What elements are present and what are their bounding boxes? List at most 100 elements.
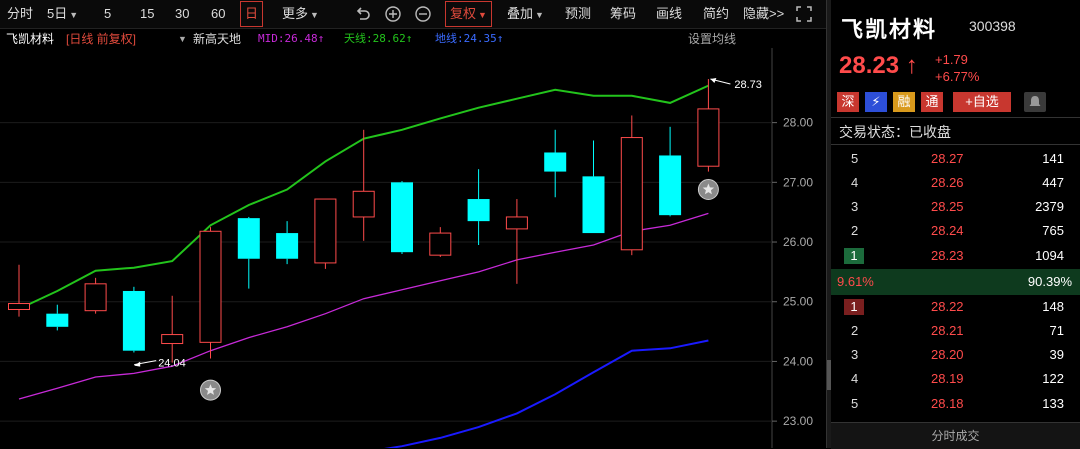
caret-down-icon: ▼ xyxy=(478,10,487,20)
draw-line-button[interactable]: 画线 xyxy=(656,0,682,28)
candle-body xyxy=(84,283,107,312)
forecast-button[interactable]: 预测 xyxy=(565,0,591,28)
order-book-row[interactable]: 5 28.18 133 xyxy=(831,393,1080,415)
candle xyxy=(620,115,643,256)
hide-button[interactable]: 隐藏>> xyxy=(743,0,784,28)
level-volume: 765 xyxy=(1042,223,1064,238)
quote-stock-code: 300398 xyxy=(969,18,1016,34)
order-book-row[interactable]: 4 28.26 447 xyxy=(831,172,1080,194)
fullscreen-icon[interactable] xyxy=(795,5,813,23)
zoom-out-icon[interactable] xyxy=(414,5,432,23)
order-book-row[interactable]: 2 28.21 71 xyxy=(831,320,1080,342)
chart-mode-label: [日线 前复权] xyxy=(66,32,137,46)
tianxian-value: 天线:28.62↑ xyxy=(344,32,413,45)
level-label: 4 xyxy=(851,175,859,190)
level-label: 3 xyxy=(851,347,859,362)
level-volume: 133 xyxy=(1042,396,1064,411)
candle-body xyxy=(659,155,682,216)
overlay-menu-label: 叠加 xyxy=(507,6,534,21)
annotation-label: 24.04 xyxy=(158,358,186,370)
more-menu[interactable]: 更多 ▼ xyxy=(282,0,319,28)
dixian-value: 地线:24.35↑ xyxy=(435,32,504,45)
level-label: 2 xyxy=(851,223,859,238)
tab-intraday[interactable]: 分时 xyxy=(7,0,33,28)
candle-body xyxy=(544,152,567,172)
star-badge-icon xyxy=(200,379,221,401)
add-watchlist-button[interactable]: +自选 xyxy=(953,92,1011,112)
tab-5day-label: 5日 xyxy=(47,6,68,21)
candle xyxy=(276,221,299,265)
candle xyxy=(199,227,222,359)
tab-30min[interactable]: 30 xyxy=(175,0,189,28)
level-price: 28.22 xyxy=(931,299,964,314)
kline-chart[interactable]: 28.00 27.00 26.00 25.00 24.00 23.00 28.73 24.04 xyxy=(0,48,826,448)
caret-down-icon[interactable]: ▼ xyxy=(178,29,187,49)
candle-body xyxy=(122,290,145,351)
ma-settings-button[interactable]: 设置均线 xyxy=(688,29,736,49)
price-change: +1.79 xyxy=(935,52,968,67)
caret-down-icon: ▼ xyxy=(310,10,319,20)
tag-connect[interactable]: 通 xyxy=(921,92,943,112)
level-price: 28.18 xyxy=(931,396,964,411)
adjust-menu-label: 复权 xyxy=(450,6,477,21)
level-price: 28.19 xyxy=(931,371,964,386)
chart-toolbar: 分时 5日 ▼ 5 15 30 60 日 更多 ▼ 复权 ▼ 叠加 ▼ 预测 筹码 画线… xyxy=(0,0,826,29)
tab-daily[interactable]: 日 xyxy=(240,1,264,27)
candle-body xyxy=(237,218,260,259)
level-price: 28.20 xyxy=(931,347,964,362)
tab-5day[interactable]: 5日 ▼ xyxy=(47,0,78,28)
level-label: 2 xyxy=(851,323,859,338)
separator xyxy=(831,144,1080,145)
order-book-row[interactable]: 1 28.22 148 xyxy=(831,296,1080,318)
alert-icon[interactable] xyxy=(1024,92,1046,112)
y-tick-label: 25.00 xyxy=(783,295,813,309)
level-price: 28.23 xyxy=(931,248,964,263)
candle xyxy=(697,79,720,172)
level-label: 3 xyxy=(851,199,859,214)
candle-body xyxy=(8,303,30,310)
candle-body xyxy=(352,190,375,218)
level-volume: 2379 xyxy=(1035,199,1064,214)
tag-shenzhen[interactable]: 深 xyxy=(837,92,859,112)
tick-trades-button[interactable]: 分时成交 xyxy=(831,422,1080,449)
overlay-menu[interactable]: 叠加 ▼ xyxy=(507,0,544,28)
caret-down-icon: ▼ xyxy=(69,10,79,20)
separator xyxy=(831,117,1080,118)
tab-60min[interactable]: 60 xyxy=(211,0,225,28)
adjust-menu[interactable]: 复权 ▼ xyxy=(445,1,492,27)
tab-15min[interactable]: 15 xyxy=(140,0,154,28)
candle xyxy=(122,286,145,353)
more-menu-label: 更多 xyxy=(282,6,309,21)
candle xyxy=(352,129,375,241)
tag-margin[interactable]: 融 xyxy=(893,92,915,112)
order-book-row[interactable]: 2 28.24 765 xyxy=(831,220,1080,242)
simple-mode-button[interactable]: 简约 xyxy=(703,0,729,28)
level-price: 28.26 xyxy=(931,175,964,190)
order-book-row[interactable]: 5 28.27 141 xyxy=(831,148,1080,170)
series-line-MID xyxy=(18,212,709,400)
candle-body xyxy=(391,182,413,253)
y-tick-label: 28.00 xyxy=(783,116,813,130)
tab-5min[interactable]: 5 xyxy=(104,0,111,28)
order-ratio-bar: 9.61% 90.39% xyxy=(831,269,1080,295)
candle-body xyxy=(697,108,720,167)
candle-body xyxy=(620,137,643,251)
level-volume: 447 xyxy=(1042,175,1064,190)
candle xyxy=(391,181,413,254)
order-book-row[interactable]: 3 28.20 39 xyxy=(831,344,1080,366)
mid-value: MID:26.48↑ xyxy=(258,32,325,45)
candle xyxy=(161,295,184,363)
zoom-in-icon[interactable] xyxy=(384,5,402,23)
y-tick-label: 23.00 xyxy=(783,414,813,428)
tag-flash[interactable]: ⚡ xyxy=(865,92,887,112)
candle xyxy=(314,198,337,269)
indicator-name[interactable]: 新高天地 xyxy=(193,29,241,49)
star-badge-icon xyxy=(697,178,719,200)
undo-icon[interactable] xyxy=(354,5,372,23)
candle-body xyxy=(161,334,184,345)
candle xyxy=(505,199,528,284)
chips-button[interactable]: 筹码 xyxy=(610,0,636,28)
order-book-row[interactable]: 3 28.25 2379 xyxy=(831,196,1080,218)
order-book-row[interactable]: 4 28.19 122 xyxy=(831,368,1080,390)
order-book-row[interactable]: 1 28.23 1094 xyxy=(831,245,1080,267)
